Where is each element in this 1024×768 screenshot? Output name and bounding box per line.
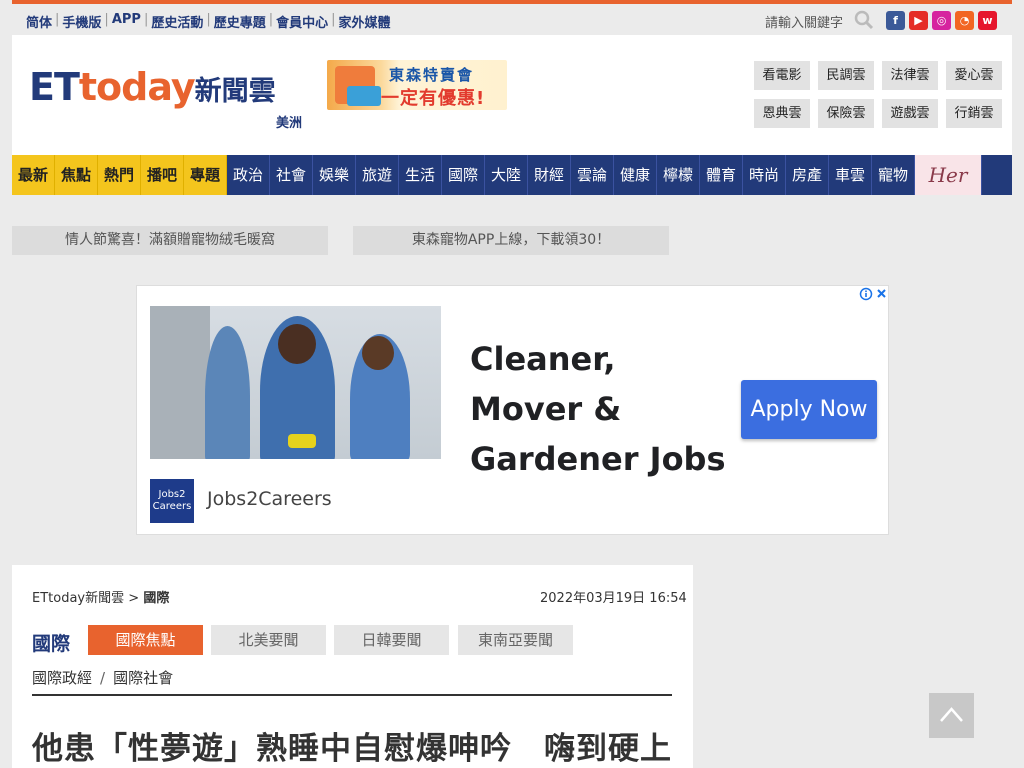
tab-southeast-asia[interactable]: 東南亞要聞 — [458, 625, 573, 655]
ad-photo-cleaners[interactable] — [150, 306, 441, 459]
nav-society[interactable]: 社會 — [270, 155, 313, 195]
nav-life[interactable]: 生活 — [399, 155, 442, 195]
tab-north-america[interactable]: 北美要聞 — [211, 625, 326, 655]
cloud-marketing[interactable]: 行銷雲 — [946, 99, 1002, 128]
adchoices-icon[interactable] — [859, 287, 889, 301]
nav-lemon[interactable]: 檸檬 — [657, 155, 700, 195]
link-mobile[interactable]: 手機版 — [62, 12, 101, 31]
promo-line-1: 東森特賣會 — [389, 66, 475, 84]
subcategory-list: 國際政經 / 國際社會 — [32, 669, 174, 687]
breadcrumb: ETtoday新聞雲 > 國際 — [32, 587, 169, 606]
facebook-icon[interactable]: f — [886, 11, 905, 30]
region-label: 美洲 — [276, 116, 303, 131]
top-links: 简体 | 手機版 | APP | 歷史活動 | 歷史專題 | 會員中心 | 家外媒體 — [26, 12, 391, 31]
rss-icon[interactable]: ◔ — [955, 11, 974, 30]
search-icon[interactable] — [854, 10, 874, 30]
site-header: ETtoday新聞雲 美洲 東森特賣會 一定有優惠! 看電影 民調雲 法律雲 愛… — [12, 35, 1012, 155]
sale-promo-banner[interactable]: 東森特賣會 一定有優惠! — [327, 60, 507, 110]
youtube-icon[interactable]: ▶ — [909, 11, 928, 30]
subpromo-pet-gift[interactable]: 情人節驚喜！滿額贈寵物絨毛暖窩 — [12, 226, 328, 255]
link-outdoor-media[interactable]: 家外媒體 — [339, 12, 391, 31]
search-input[interactable]: 請輸入關鍵字 — [765, 12, 843, 31]
top-bar: 简体 | 手機版 | APP | 歷史活動 | 歷史專題 | 會員中心 | 家外媒體 請輸入… — [12, 4, 1012, 35]
nav-popular[interactable]: 熱門 — [98, 155, 141, 195]
nav-sports[interactable]: 體育 — [700, 155, 743, 195]
ad-brand-name[interactable]: Jobs2Careers — [207, 488, 332, 510]
nav-broadcast[interactable]: 播吧 — [141, 155, 184, 195]
cloud-games[interactable]: 遊戲雲 — [882, 99, 938, 128]
divider — [32, 694, 672, 696]
site-logo[interactable]: ETtoday新聞雲 — [29, 65, 276, 109]
jobs2careers-logo[interactable]: Jobs2 Careers — [150, 479, 194, 523]
weibo-icon[interactable]: w — [978, 11, 997, 30]
link-past-events[interactable]: 歷史活動 — [151, 12, 203, 31]
cloud-movies[interactable]: 看電影 — [754, 61, 810, 90]
cloud-polls[interactable]: 民調雲 — [818, 61, 874, 90]
promo-line-2: 一定有優惠! — [381, 88, 486, 109]
nav-pets[interactable]: 寵物 — [872, 155, 915, 195]
nav-china[interactable]: 大陸 — [485, 155, 528, 195]
tab-japan-korea[interactable]: 日韓要聞 — [334, 625, 449, 655]
link-app[interactable]: APP — [112, 12, 141, 31]
back-to-top-button[interactable] — [929, 693, 974, 738]
nav-property[interactable]: 房產 — [786, 155, 829, 195]
nav-entertainment[interactable]: 娛樂 — [313, 155, 356, 195]
publish-date: 2022年03月19日 16:54 — [540, 591, 687, 606]
breadcrumb-separator: > — [128, 591, 140, 606]
cloud-law[interactable]: 法律雲 — [882, 61, 938, 90]
nav-fashion[interactable]: 時尚 — [743, 155, 786, 195]
shopping-basket-icon — [347, 86, 381, 106]
section-title[interactable]: 國際 — [32, 629, 70, 656]
nav-focus[interactable]: 焦點 — [55, 155, 98, 195]
subcat-politics-economy[interactable]: 國際政經 — [32, 669, 92, 687]
apply-now-button[interactable]: Apply Now — [741, 380, 877, 439]
nav-politics[interactable]: 政治 — [227, 155, 270, 195]
link-member-center[interactable]: 會員中心 — [276, 12, 328, 31]
nav-topics[interactable]: 專題 — [184, 155, 227, 195]
nav-cars[interactable]: 車雲 — [829, 155, 872, 195]
instagram-icon[interactable]: ◎ — [932, 11, 951, 30]
article-headline: 他患「性夢遊」熟睡中自慰爆呻吟 嗨到硬上 — [32, 731, 672, 767]
main-nav: 最新 焦點 熱門 播吧 專題 政治 社會 娛樂 旅遊 生活 國際 大陸 財經 雲… — [12, 155, 1012, 195]
nav-finance[interactable]: 財經 — [528, 155, 571, 195]
subpromo-pet-app[interactable]: 東森寵物APP上線，下載領30！ — [353, 226, 669, 255]
chevron-up-icon — [940, 707, 963, 722]
cloud-insurance[interactable]: 保險雲 — [818, 99, 874, 128]
tab-international-focus[interactable]: 國際焦點 — [88, 625, 203, 655]
link-past-topics[interactable]: 歷史專題 — [214, 12, 266, 31]
nav-latest[interactable]: 最新 — [12, 155, 55, 195]
breadcrumb-section[interactable]: 國際 — [143, 591, 169, 606]
cloud-charity[interactable]: 愛心雲 — [946, 61, 1002, 90]
nav-travel[interactable]: 旅遊 — [356, 155, 399, 195]
cloud-grace[interactable]: 恩典雲 — [754, 99, 810, 128]
link-simplified[interactable]: 简体 — [26, 12, 52, 31]
article-card: ETtoday新聞雲 > 國際 2022年03月19日 16:54 國際 國際焦… — [12, 565, 693, 768]
nav-her[interactable]: Her — [915, 155, 982, 195]
ad-banner[interactable]: Cleaner, Mover & Gardener Jobs Apply Now… — [136, 285, 889, 535]
breadcrumb-home[interactable]: ETtoday新聞雲 — [32, 591, 124, 606]
nav-international[interactable]: 國際 — [442, 155, 485, 195]
ad-headline: Cleaner, Mover & Gardener Jobs — [470, 340, 726, 478]
nav-opinion[interactable]: 雲論 — [571, 155, 614, 195]
nav-health[interactable]: 健康 — [614, 155, 657, 195]
subcat-society[interactable]: 國際社會 — [113, 669, 173, 687]
